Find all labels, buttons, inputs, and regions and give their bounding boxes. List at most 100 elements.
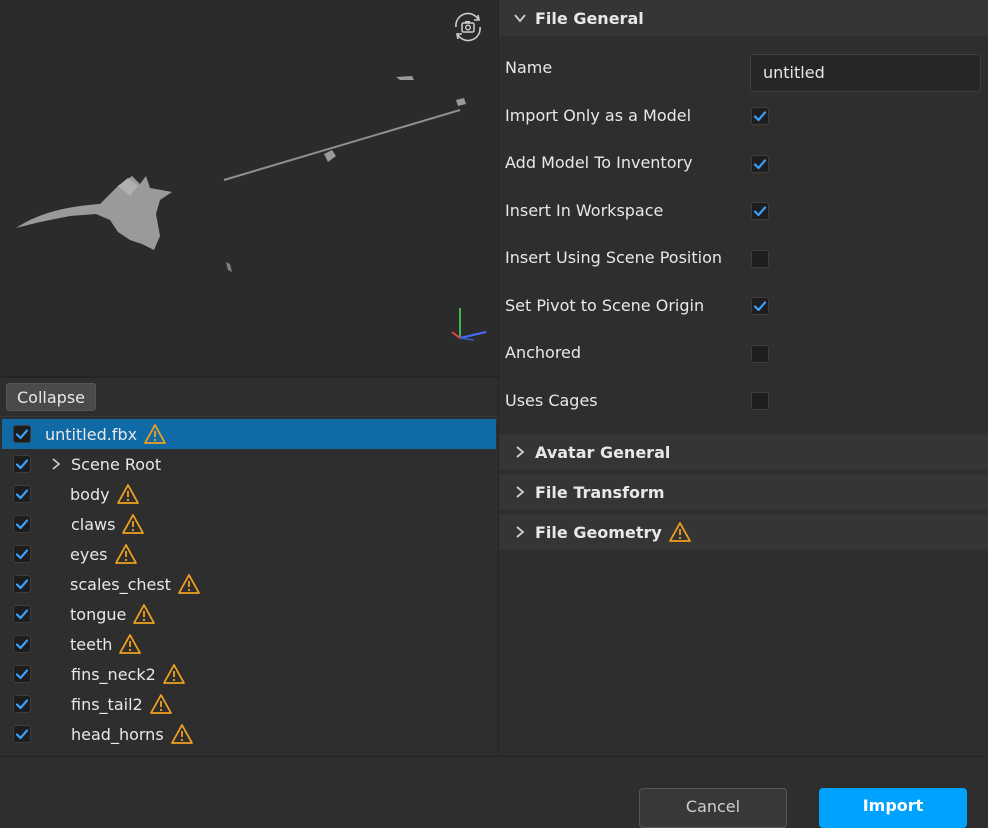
tree-item-label: fins_neck2 — [71, 663, 186, 685]
insert-using-scene-position-checkbox[interactable] — [751, 250, 769, 268]
check-icon — [15, 729, 29, 740]
tree-separator — [0, 416, 498, 417]
check-icon — [15, 699, 29, 710]
axis-gizmo-icon — [451, 308, 487, 341]
check-icon — [15, 459, 29, 470]
tree-item-label: head_horns — [71, 723, 194, 745]
tree-item-label: claws — [71, 513, 145, 535]
item-label-text: head_horns — [71, 724, 164, 744]
item-label-text: tongue — [70, 604, 127, 624]
root-checkbox[interactable] — [13, 425, 31, 443]
item-label-text: body — [70, 484, 110, 504]
model-preview-viewport[interactable] — [0, 0, 498, 376]
tree-item-label: eyes — [70, 543, 138, 565]
item-checkbox[interactable] — [13, 605, 31, 623]
warning-icon — [162, 664, 185, 684]
section-title-wrap: File Geometry — [535, 521, 692, 543]
item-checkbox[interactable] — [13, 695, 31, 713]
chevron-right-icon — [516, 526, 525, 538]
section-title: File General — [535, 8, 644, 28]
check-icon — [15, 639, 29, 650]
tree-row-body[interactable]: body — [0, 479, 496, 509]
item-label-text: teeth — [70, 634, 113, 654]
chevron-right-icon — [516, 486, 525, 498]
tree-root-label: untitled.fbx — [45, 423, 167, 445]
insert-in-workspace-checkbox[interactable] — [751, 202, 769, 220]
item-checkbox[interactable] — [13, 515, 31, 533]
add-model-to-inventory-checkbox[interactable] — [751, 155, 769, 173]
warning-icon — [149, 694, 172, 714]
item-label-text: claws — [71, 514, 116, 534]
collapse-button[interactable]: Collapse — [6, 383, 96, 411]
tree-row-scales-chest[interactable]: scales_chest — [0, 569, 496, 599]
item-checkbox[interactable] — [13, 485, 31, 503]
item-checkbox[interactable] — [13, 725, 31, 743]
root-label-text: untitled.fbx — [45, 424, 138, 444]
item-checkbox[interactable] — [13, 635, 31, 653]
tree-row-tongue[interactable]: tongue — [0, 599, 496, 629]
name-input[interactable]: untitled — [750, 54, 981, 92]
tree-item-label: scales_chest — [70, 573, 201, 595]
hierarchy-tree-panel: Collapse untitled.fbx Scene Root body cl… — [0, 378, 498, 756]
check-icon — [753, 301, 767, 312]
check-icon — [15, 519, 29, 530]
section-file-geometry[interactable]: File Geometry — [499, 514, 988, 550]
rotate-camera-icon[interactable] — [450, 10, 486, 44]
warning-icon — [170, 724, 193, 744]
model-preview-image — [16, 76, 466, 272]
uses-cages-checkbox[interactable] — [751, 392, 769, 410]
import-settings-panel: File General Name untitled Import Only a… — [498, 0, 988, 756]
warning-icon — [122, 514, 145, 534]
chevron-right-icon — [516, 446, 525, 458]
chevron-right-icon[interactable] — [50, 457, 62, 471]
item-checkbox[interactable] — [13, 575, 31, 593]
check-icon — [753, 206, 767, 217]
check-icon — [15, 489, 29, 500]
tree-row-fins-tail2[interactable]: fins_tail2 — [0, 689, 496, 719]
warning-icon — [114, 544, 137, 564]
section-file-transform[interactable]: File Transform — [499, 474, 988, 510]
tree-row-fins-neck2[interactable]: fins_neck2 — [0, 659, 496, 689]
tree-row-scene-root[interactable]: Scene Root — [0, 449, 496, 479]
check-icon — [15, 669, 29, 680]
prop-label: Add Model To Inventory — [505, 153, 693, 172]
anchored-checkbox[interactable] — [751, 345, 769, 363]
item-label-text: scales_chest — [70, 574, 171, 594]
prop-label: Import Only as a Model — [505, 106, 692, 125]
warning-icon — [119, 634, 142, 654]
item-label-text: fins_tail2 — [71, 694, 143, 714]
cancel-button[interactable]: Cancel — [639, 788, 787, 828]
prop-label: Set Pivot to Scene Origin — [505, 296, 705, 315]
check-icon — [15, 609, 29, 620]
prop-label: Uses Cages — [505, 391, 598, 410]
import-button[interactable]: Import — [819, 788, 967, 828]
tree-row-teeth[interactable]: teeth — [0, 629, 496, 659]
tree-row-claws[interactable]: claws — [0, 509, 496, 539]
tree-item-label: fins_tail2 — [71, 693, 173, 715]
set-pivot-to-scene-origin-checkbox[interactable] — [751, 297, 769, 315]
import-only-as-model-checkbox[interactable] — [751, 107, 769, 125]
item-checkbox[interactable] — [13, 665, 31, 683]
chevron-down-icon — [514, 14, 526, 23]
warning-icon — [144, 424, 166, 444]
prop-label: Insert Using Scene Position — [505, 248, 723, 267]
name-label: Name — [505, 58, 553, 77]
tree-row-root[interactable]: untitled.fbx — [2, 419, 496, 449]
section-title: Avatar General — [535, 442, 671, 462]
scene-root-checkbox[interactable] — [13, 455, 31, 473]
section-title: File Transform — [535, 482, 665, 502]
tree-row-eyes[interactable]: eyes — [0, 539, 496, 569]
check-icon — [15, 549, 29, 560]
warning-icon — [133, 604, 156, 624]
warning-icon — [668, 522, 691, 542]
tree-item-label: body — [70, 483, 140, 505]
section-title: File Geometry — [535, 522, 662, 542]
section-file-general[interactable]: File General — [499, 0, 988, 36]
item-label-text: eyes — [70, 544, 108, 564]
section-avatar-general[interactable]: Avatar General — [499, 434, 988, 470]
item-checkbox[interactable] — [13, 545, 31, 563]
check-icon — [15, 429, 29, 440]
prop-label: Anchored — [505, 343, 582, 362]
tree-row-head-horns[interactable]: head_horns — [0, 719, 496, 749]
tree-item-label: tongue — [70, 603, 156, 625]
